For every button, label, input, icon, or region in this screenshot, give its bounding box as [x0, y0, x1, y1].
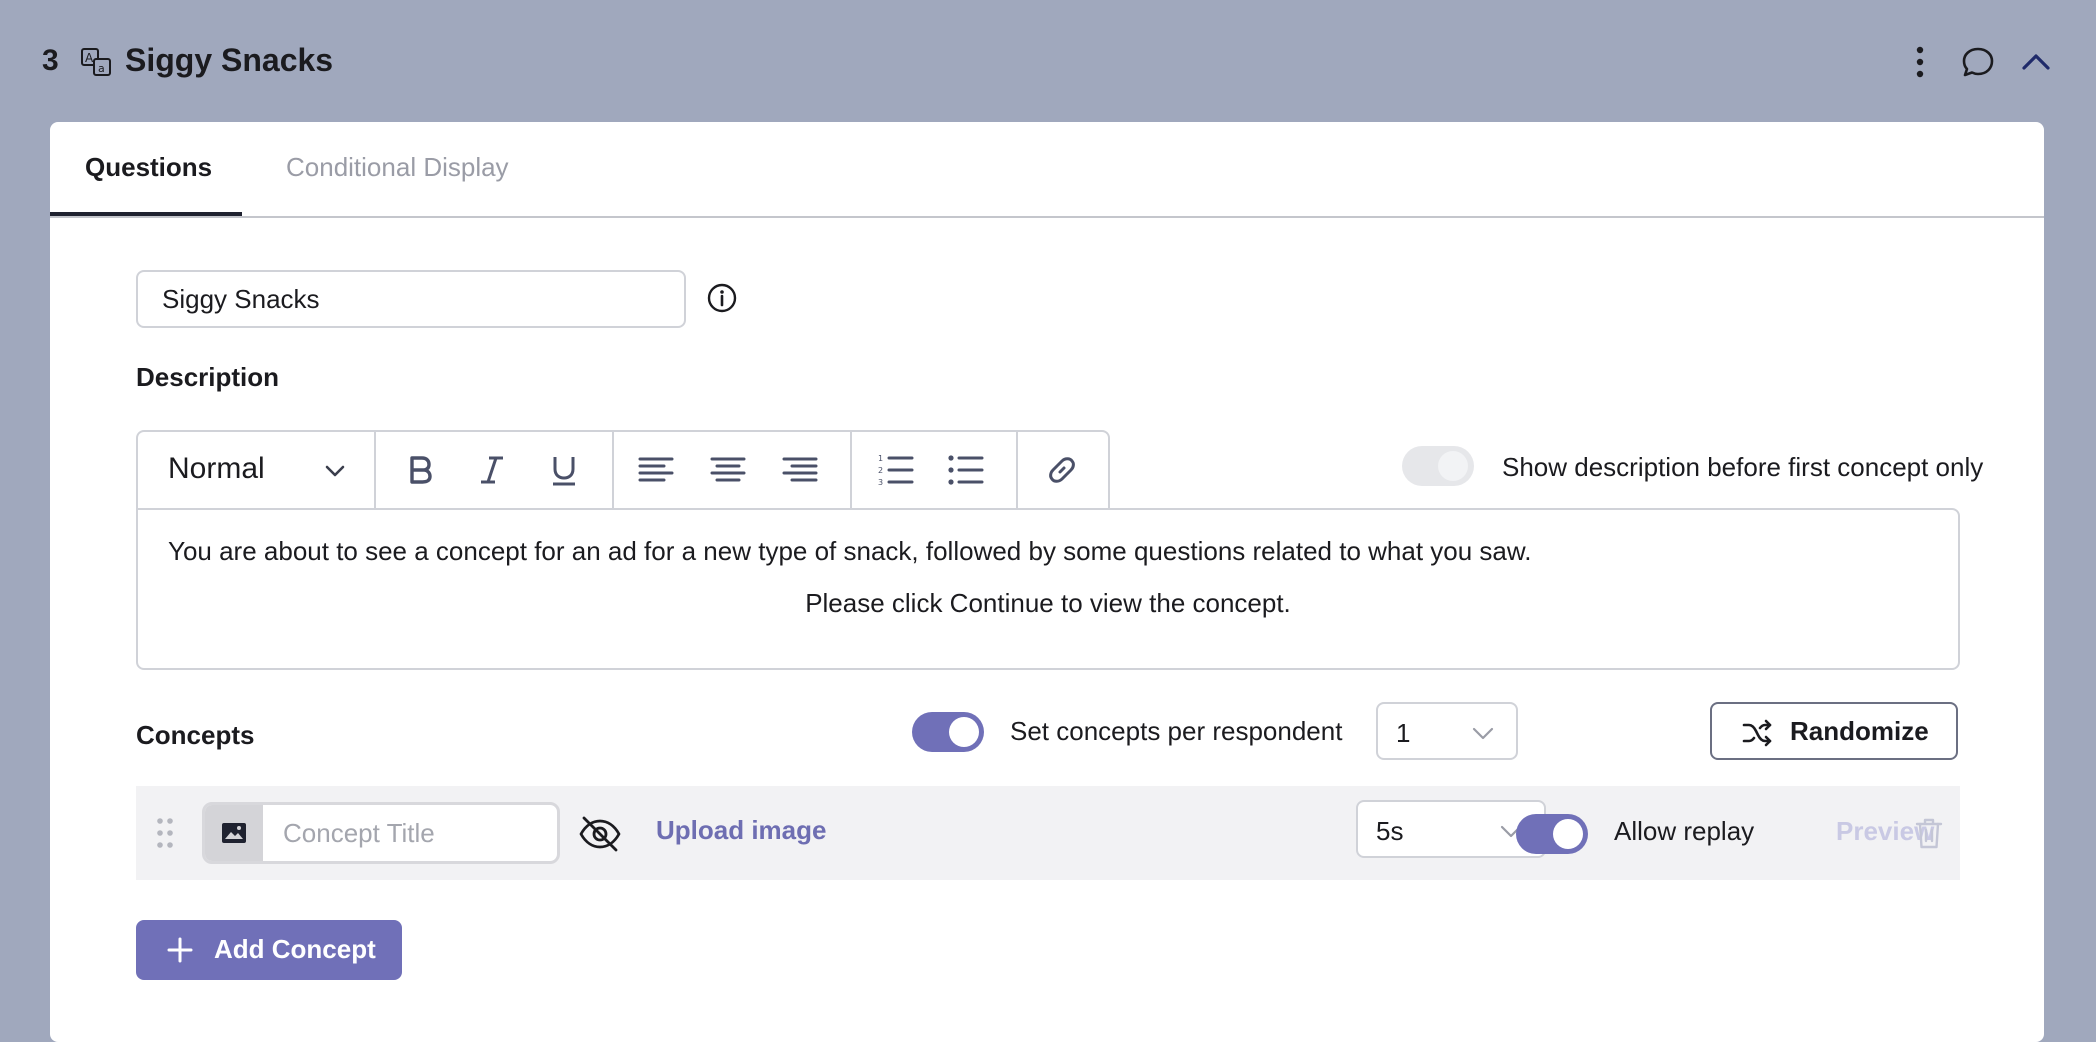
translate-icon: A a [81, 48, 111, 76]
align-center-icon[interactable] [708, 450, 748, 490]
question-title-input[interactable]: Siggy Snacks [136, 270, 686, 328]
alignment-group [612, 432, 852, 508]
allow-replay-label: Allow replay [1614, 816, 1755, 846]
randomize-label: Randomize [1790, 716, 1929, 746]
concepts-per-respondent-select[interactable]: 1 [1376, 702, 1518, 760]
concept-title-field[interactable]: Concept Title [202, 802, 560, 864]
question-number: 3 [42, 44, 59, 77]
ordered-list-icon[interactable]: 1 2 3 [876, 450, 916, 490]
underline-icon[interactable] [544, 450, 584, 490]
concepts-per-respondent-value: 1 [1396, 718, 1411, 748]
show-description-toggle[interactable] [1402, 446, 1474, 486]
description-line-1: You are about to see a concept for an ad… [168, 536, 1532, 566]
concept-title-input[interactable]: Concept Title [283, 805, 435, 861]
kebab-menu-icon[interactable] [1908, 44, 1932, 80]
toggle-knob [1438, 451, 1468, 481]
align-left-icon[interactable] [636, 450, 676, 490]
allow-replay-toggle[interactable] [1516, 814, 1588, 854]
description-editor[interactable]: You are about to see a concept for an ad… [136, 508, 1960, 670]
add-concept-button[interactable]: Add Concept [136, 920, 402, 980]
chevron-down-icon [1472, 727, 1494, 740]
link-icon[interactable] [1042, 450, 1082, 490]
trash-icon[interactable] [1914, 816, 1944, 850]
chevron-down-icon [325, 465, 345, 477]
comment-icon[interactable] [1960, 44, 1996, 80]
description-label: Description [136, 362, 280, 392]
plus-icon [167, 937, 193, 963]
upload-image-link[interactable]: Upload image [656, 815, 826, 846]
question-header: 3 A a Siggy Snacks [0, 0, 2096, 122]
concept-row: Concept Title Upload image 5s Allow repl… [136, 786, 1960, 880]
toggle-knob [1553, 819, 1583, 849]
svg-text:3: 3 [878, 478, 883, 487]
description-line-2: Please click Continue to view the concep… [805, 588, 1291, 618]
eye-off-icon[interactable] [578, 812, 622, 856]
concepts-per-respondent-label: Set concepts per respondent [1010, 716, 1343, 746]
align-right-icon[interactable] [780, 450, 820, 490]
list-group: 1 2 3 [850, 432, 1018, 508]
svg-text:1: 1 [878, 454, 883, 463]
question-title: Siggy Snacks [125, 42, 334, 78]
tab-conditional-display[interactable]: Conditional Display [286, 152, 509, 216]
tab-bar: Questions Conditional Display [50, 122, 2044, 218]
link-group [1016, 432, 1110, 508]
concepts-label: Concepts [136, 720, 255, 750]
concepts-per-respondent-toggle[interactable] [912, 712, 984, 752]
rich-text-toolbar: Normal 1 2 3 [136, 430, 1110, 508]
image-icon [222, 823, 246, 843]
add-concept-label: Add Concept [214, 934, 376, 964]
text-style-value: Normal [168, 452, 265, 485]
bold-icon[interactable] [400, 450, 440, 490]
shuffle-icon [1742, 719, 1772, 747]
svg-text:A: A [85, 51, 94, 65]
tab-questions[interactable]: Questions [50, 152, 242, 216]
svg-text:a: a [98, 62, 105, 75]
text-style-select[interactable]: Normal [138, 432, 376, 508]
question-card: Questions Conditional Display Siggy Snac… [50, 122, 2044, 1042]
duration-value: 5s [1376, 816, 1404, 846]
show-description-label: Show description before first concept on… [1502, 452, 1984, 482]
image-thumbnail [205, 805, 263, 861]
info-icon[interactable] [706, 282, 738, 314]
svg-text:2: 2 [878, 466, 883, 475]
randomize-button[interactable]: Randomize [1710, 702, 1958, 760]
italic-icon[interactable] [472, 450, 512, 490]
chevron-up-icon[interactable] [2018, 44, 2054, 80]
drag-handle-icon[interactable] [154, 816, 176, 850]
format-group [374, 432, 614, 508]
toggle-knob [949, 717, 979, 747]
bullet-list-icon[interactable] [946, 450, 986, 490]
